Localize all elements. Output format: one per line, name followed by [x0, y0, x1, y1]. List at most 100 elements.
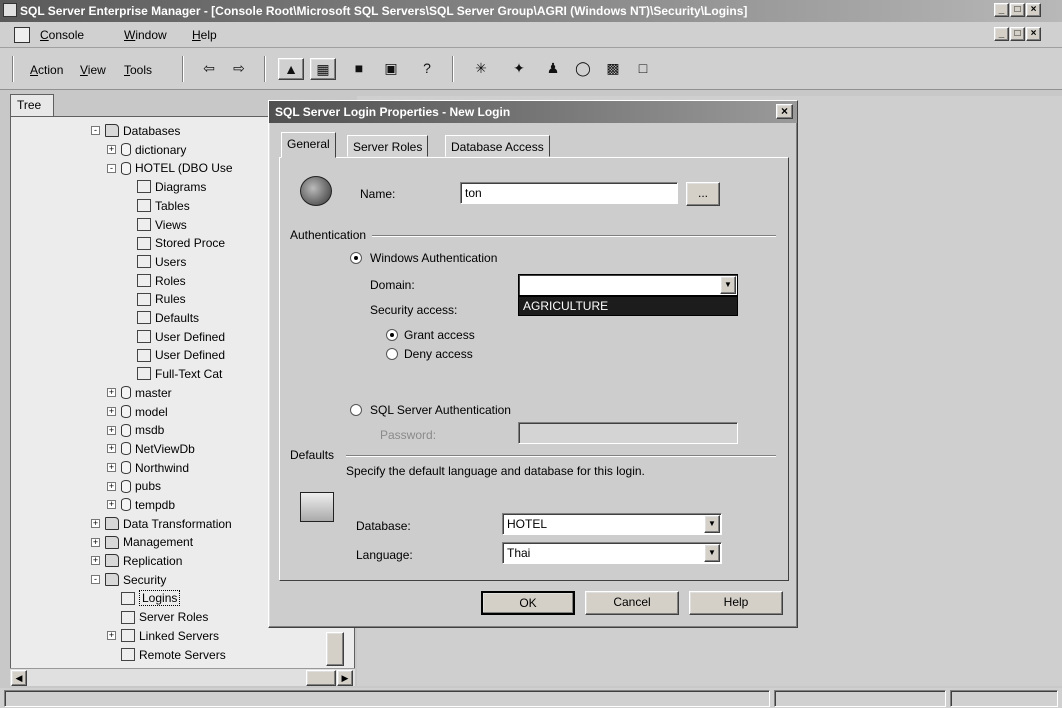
tree-item[interactable]: Tables	[123, 198, 190, 216]
browse-button[interactable]: ...	[686, 182, 720, 206]
console-window-icon[interactable]	[14, 27, 30, 43]
menu-console[interactable]: Console	[40, 28, 84, 42]
expand-icon[interactable]: +	[91, 519, 100, 529]
expand-icon[interactable]: +	[107, 145, 116, 155]
help-topic-icon[interactable]: ?	[414, 58, 440, 80]
register-server-icon[interactable]: ✳	[468, 58, 494, 80]
tab-server-roles[interactable]: Server Roles	[347, 135, 429, 157]
tree-scroll-down-button[interactable]	[326, 632, 344, 666]
refresh-icon[interactable]: ▣	[378, 58, 404, 80]
tree-item[interactable]: + Linked Servers	[107, 628, 219, 646]
tree-item[interactable]: + Replication	[91, 553, 182, 571]
query-analyzer-icon[interactable]: ▩	[600, 58, 626, 80]
cancel-button[interactable]: Cancel	[585, 591, 679, 615]
child-close-button[interactable]: ×	[1026, 27, 1041, 41]
expand-icon[interactable]: +	[107, 631, 116, 641]
tree-item[interactable]: + Data Transformation	[91, 516, 232, 534]
scroll-thumb[interactable]	[306, 670, 336, 686]
tree-item[interactable]: + pubs	[107, 478, 161, 496]
ok-button[interactable]: OK	[481, 591, 575, 615]
tree-item[interactable]: + tempdb	[107, 497, 175, 515]
tree-item[interactable]: + Management	[91, 534, 193, 552]
tree-item[interactable]: Full-Text Cat	[123, 366, 222, 384]
minimize-button[interactable]: _	[994, 3, 1009, 17]
collapse-icon[interactable]: -	[91, 126, 100, 136]
windows-auth-radio[interactable]	[350, 252, 362, 264]
tree-item[interactable]: - Security	[91, 572, 166, 590]
tree-item[interactable]: + msdb	[107, 422, 164, 440]
collapse-icon[interactable]: -	[91, 575, 100, 585]
tools-menu[interactable]: Tools	[124, 63, 152, 77]
properties-icon[interactable]: ■	[346, 58, 372, 80]
tree-item[interactable]: - Databases	[91, 123, 180, 141]
language-select[interactable]: Thai ▼	[502, 542, 722, 564]
tree-item[interactable]: Remote Servers	[107, 647, 226, 665]
expand-icon[interactable]: +	[107, 425, 116, 435]
expand-icon[interactable]: +	[107, 388, 116, 398]
database-select[interactable]: HOTEL ▼	[502, 513, 722, 535]
tree-item[interactable]: + Northwind	[107, 460, 189, 478]
tree-horizontal-scrollbar[interactable]: ◀ ▶	[10, 668, 355, 686]
expand-icon[interactable]: +	[107, 406, 116, 416]
expand-icon[interactable]: +	[107, 462, 116, 472]
domain-combobox[interactable]: ▼	[518, 274, 738, 296]
name-field[interactable]: ton	[460, 182, 678, 204]
expand-icon[interactable]: +	[91, 556, 100, 566]
forward-arrow-icon[interactable]: ⇨	[226, 58, 252, 80]
expand-icon[interactable]: +	[91, 537, 100, 547]
back-arrow-icon[interactable]: ⇦	[196, 58, 222, 80]
dialog-close-button[interactable]: ×	[776, 104, 793, 119]
tree-item[interactable]: Server Roles	[107, 609, 208, 627]
tree-item[interactable]: Stored Proce	[123, 235, 225, 253]
tree-item[interactable]: User Defined	[123, 329, 225, 347]
tree-item[interactable]: Defaults	[123, 310, 199, 328]
show-hide-tree-icon[interactable]: ▦	[310, 58, 336, 80]
tab-database-access[interactable]: Database Access	[445, 135, 550, 157]
tree-item[interactable]: Diagrams	[123, 179, 206, 197]
tab-general[interactable]: General	[281, 132, 336, 158]
status-main	[4, 690, 770, 707]
menu-help[interactable]: Help	[192, 28, 217, 42]
help-button[interactable]: Help	[689, 591, 783, 615]
maximize-button[interactable]: □	[1010, 3, 1025, 17]
wizard-icon[interactable]: ✦	[506, 58, 532, 80]
expand-icon[interactable]: +	[107, 500, 116, 510]
scroll-right-icon[interactable]: ▶	[337, 670, 353, 686]
new-view-icon[interactable]: □	[630, 58, 656, 80]
security-access-label: Security access:	[370, 303, 458, 317]
password-field[interactable]	[518, 422, 738, 444]
new-login-icon[interactable]: ♟	[540, 58, 566, 80]
scroll-left-icon[interactable]: ◀	[11, 670, 27, 686]
tree-item[interactable]: Logins	[107, 590, 181, 609]
tree-item[interactable]: Roles	[123, 273, 186, 291]
sql-auth-radio[interactable]	[350, 404, 362, 416]
child-minimize-button[interactable]: _	[994, 27, 1009, 41]
chevron-down-icon[interactable]: ▼	[704, 544, 720, 562]
tree-item[interactable]: User Defined	[123, 347, 225, 365]
expand-icon[interactable]: +	[107, 481, 116, 491]
tree-item[interactable]: - HOTEL (DBO Use	[107, 160, 233, 178]
stored-procedure-icon	[137, 236, 151, 250]
view-menu[interactable]: View	[80, 63, 106, 77]
chevron-down-icon[interactable]: ▼	[720, 276, 736, 294]
menu-window[interactable]: Window	[124, 28, 167, 42]
close-button[interactable]: ×	[1026, 3, 1041, 17]
up-one-level-icon[interactable]: ▲	[278, 58, 304, 80]
chevron-down-icon[interactable]: ▼	[704, 515, 720, 533]
tree-item[interactable]: + master	[107, 385, 172, 403]
child-restore-button[interactable]: □	[1010, 27, 1025, 41]
tree-item[interactable]: Views	[123, 217, 187, 235]
grant-access-radio[interactable]	[386, 329, 398, 341]
collapse-icon[interactable]: -	[107, 163, 116, 173]
expand-icon[interactable]: +	[107, 444, 116, 454]
action-menu[interactable]: Action	[30, 63, 63, 77]
tree-item[interactable]: Rules	[123, 291, 186, 309]
tree-item[interactable]: + model	[107, 404, 168, 422]
tree-item[interactable]: + dictionary	[107, 142, 186, 160]
domain-dropdown-option[interactable]: AGRICULTURE	[518, 296, 738, 316]
tree-item[interactable]: + NetViewDb	[107, 441, 195, 459]
deny-access-radio[interactable]	[386, 348, 398, 360]
tree-item[interactable]: Users	[123, 254, 186, 272]
tab-tree[interactable]: Tree	[10, 94, 54, 116]
new-database-icon[interactable]: ◯	[570, 58, 596, 80]
